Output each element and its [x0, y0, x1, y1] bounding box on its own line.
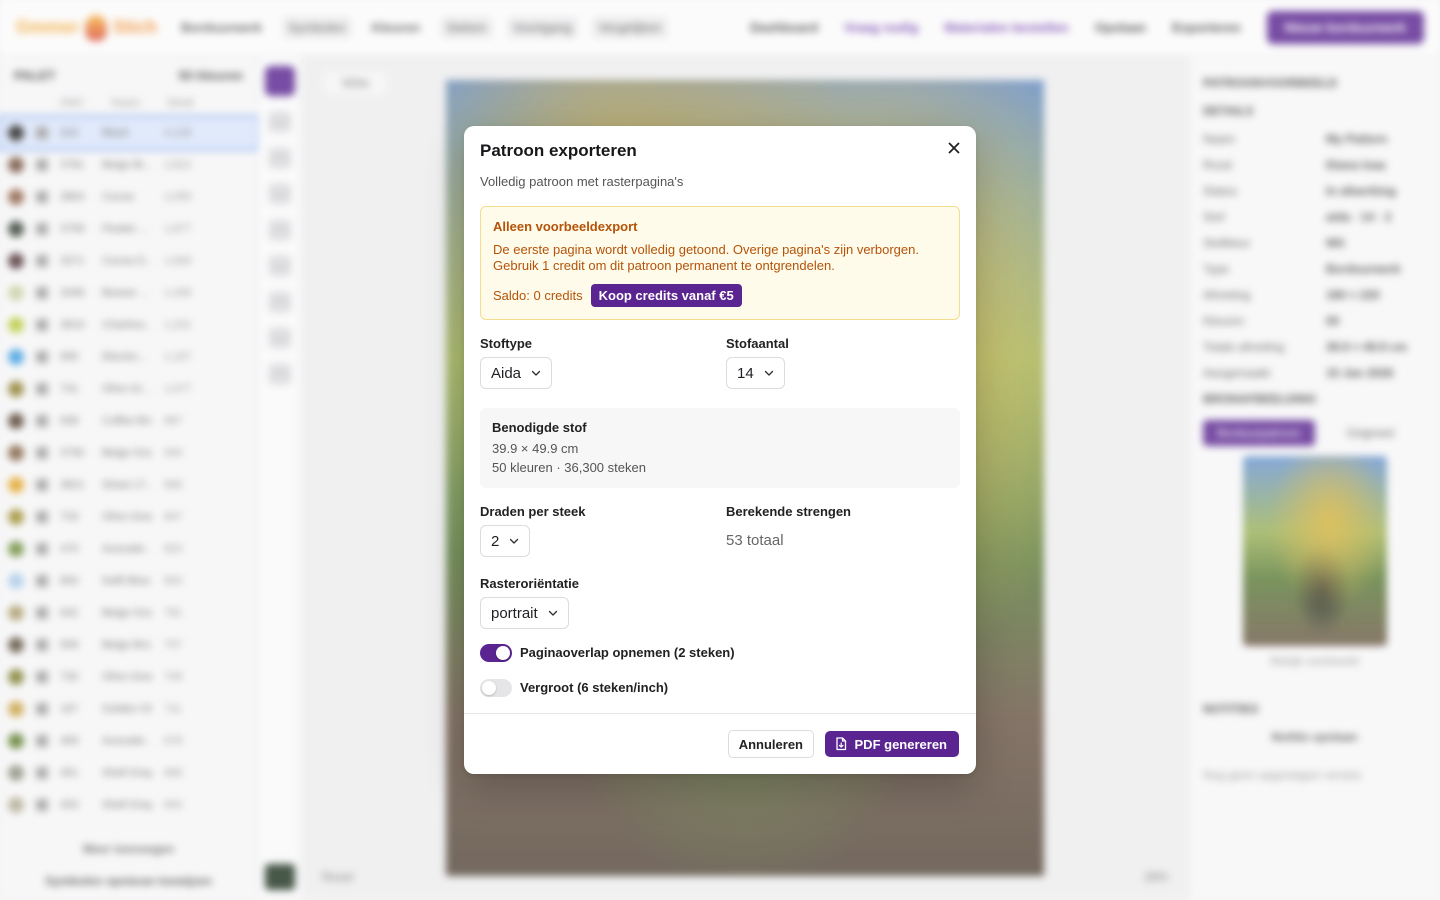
orientation-value: portrait — [491, 604, 538, 622]
orientation-select[interactable]: portrait — [480, 597, 569, 629]
export-dialog: Patroon exporteren Volledig patroon met … — [464, 126, 976, 774]
generate-pdf-label: PDF genereren — [854, 736, 947, 752]
page-overlap-toggle[interactable] — [480, 644, 512, 662]
strands-value: 53 totaal — [726, 532, 784, 549]
alert-footer: Saldo: 0 credits Koop credits vanaf €5 — [493, 284, 947, 307]
fabric-type-value: Aida — [491, 364, 522, 382]
enlarge-label: Vergroot (6 steken/inch) — [520, 680, 669, 695]
fabric-needed-title: Benodigde stof — [492, 420, 587, 435]
strands-label: Berekende strengen — [726, 504, 851, 519]
alert-body: De eerste pagina wordt volledig getoond.… — [493, 242, 919, 273]
orientation-label: Rasteroriëntatie — [480, 576, 579, 591]
cancel-button[interactable]: Annuleren — [727, 730, 814, 758]
threads-select[interactable]: 2 — [480, 525, 531, 557]
fabric-needed-box: Benodigde stof 39.9 × 49.9 cm 50 kleuren… — [480, 408, 960, 488]
fabric-count-value: 14 — [737, 364, 754, 382]
fabric-size: 39.9 × 49.9 cm — [492, 441, 579, 456]
threads-label: Draden per steek — [480, 504, 586, 519]
dialog-footer: Annuleren PDF genereren — [464, 713, 976, 774]
fabric-type-label: Stoftype — [480, 336, 532, 351]
toggle-knob — [496, 646, 510, 660]
threads-value: 2 — [491, 532, 500, 550]
fabric-count-label: Stofaantal — [726, 336, 789, 351]
dialog-subtitle: Volledig patroon met rasterpagina's — [480, 174, 684, 189]
fabric-summary: 50 kleuren · 36,300 steken — [492, 460, 646, 475]
fabric-count-select[interactable]: 14 — [726, 357, 785, 389]
chevron-down-icon — [510, 538, 519, 544]
close-icon[interactable] — [946, 140, 962, 156]
dialog-title: Patroon exporteren — [480, 141, 637, 160]
enlarge-toggle[interactable] — [480, 679, 512, 697]
page-overlap-label: Paginaoverlap opnemen (2 steken) — [520, 645, 735, 660]
preview-only-alert: Alleen voorbeeldexport De eerste pagina … — [480, 206, 960, 320]
buy-credits-button[interactable]: Koop credits vanaf €5 — [590, 284, 742, 307]
chevron-down-icon — [548, 610, 557, 616]
alert-title: Alleen voorbeeldexport — [493, 219, 638, 234]
generate-pdf-button[interactable]: PDF genereren — [824, 731, 959, 757]
chevron-down-icon — [764, 370, 773, 376]
fabric-type-select[interactable]: Aida — [480, 357, 553, 389]
chevron-down-icon — [531, 370, 541, 376]
credit-balance: Saldo: 0 credits — [493, 288, 583, 303]
toggle-knob — [482, 681, 496, 695]
pdf-file-icon — [835, 737, 846, 751]
